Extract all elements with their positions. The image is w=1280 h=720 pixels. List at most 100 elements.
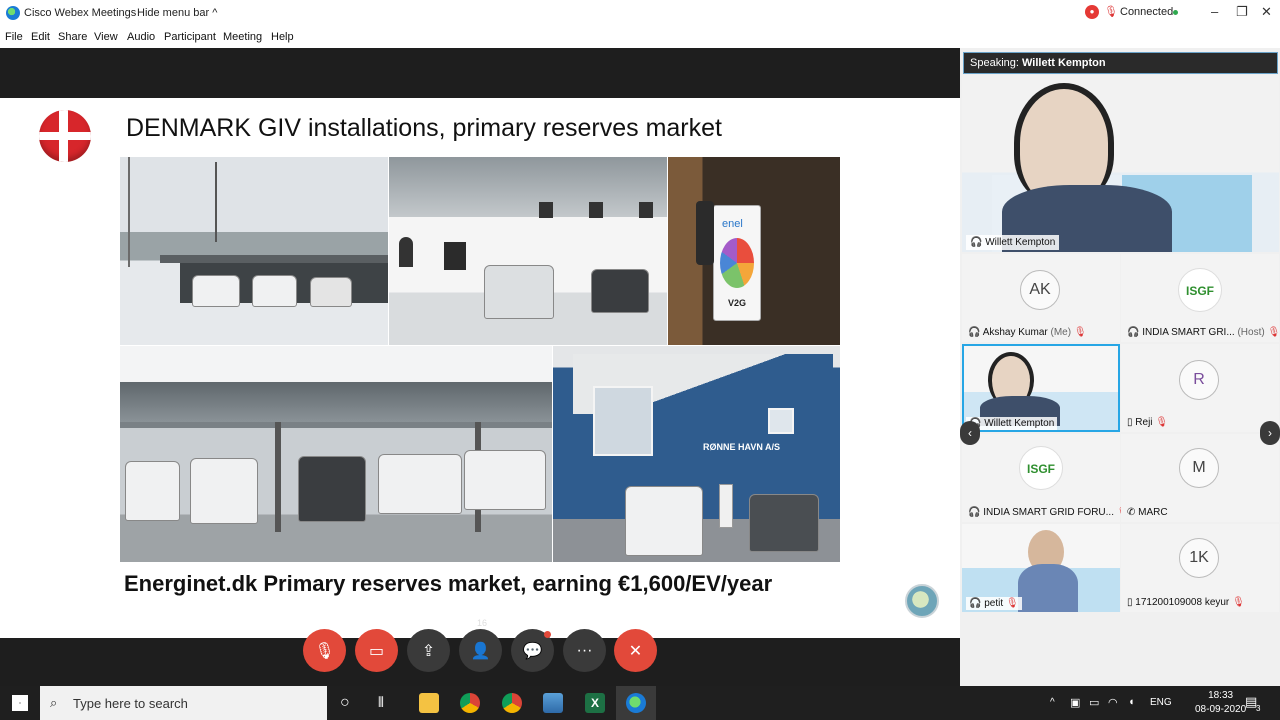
mic-muted-icon: 🎙 [1267,327,1280,338]
participant-name: petit [984,598,1004,609]
excel-icon[interactable]: X [585,693,605,713]
connected-dot-icon [1173,10,1178,15]
connection-status: Connected [1120,6,1174,18]
photo-white-house [389,157,667,345]
battery-icon[interactable]: ▭ [1089,696,1099,709]
phone-icon: ▯ [1127,597,1133,608]
menu-edit[interactable]: Edit [31,31,50,43]
participant-tile[interactable]: 🎧 petit 🎙 [962,524,1120,612]
chat-icon: 💬 [522,642,543,660]
mic-muted-icon: 🎙 [1005,598,1019,609]
participant-shoulders [1018,564,1078,612]
stop-video-button[interactable]: ▭ [355,629,398,672]
more-icon: ··· [576,641,593,659]
slide-caption: Energinet.dk Primary reserves market, ea… [124,571,773,596]
audio-icon: 🎧 [1127,327,1140,338]
participant-tile[interactable]: AK 🎧 Akshay Kumar (Me) 🎙 [962,254,1120,342]
mic-muted-icon: 🎙 [1232,597,1245,608]
mic-muted-icon[interactable]: 🎙 [1104,5,1118,18]
menu-file[interactable]: File [5,31,23,43]
share-button[interactable]: ⇪ [407,629,450,672]
participant-name: 171200109008 keyur [1135,597,1230,608]
more-options-button[interactable]: ··· [563,629,606,672]
chevron-left-icon: ‹ [968,426,972,440]
volume-icon[interactable]: ◖ [1128,696,1135,708]
charger-brand-text: enel [722,218,743,230]
phone-icon: ✆ [1127,507,1136,518]
phone-icon: ▯ [1127,417,1133,428]
isgf-logo-icon: ISGF [1019,446,1063,490]
recording-icon[interactable]: ● [1085,5,1099,19]
menu-meeting[interactable]: Meeting [223,31,262,43]
participant-name: Reji [1135,417,1153,428]
photos-icon[interactable] [543,693,563,713]
menu-participant[interactable]: Participant [164,31,216,43]
charger-logo-icon [720,238,754,288]
webex-logo-icon [6,6,20,20]
chat-notification-dot-icon [544,631,551,638]
active-speaker-banner: Speaking: Willett Kempton [963,52,1278,74]
participant-name: MARC [1138,507,1168,518]
app-title: Cisco Webex Meetings [24,7,137,19]
search-placeholder: Type here to search [73,696,188,711]
participant-tile[interactable]: M ✆ MARC [1121,434,1279,522]
leave-meeting-button[interactable]: ✕ [614,629,657,672]
share-icon: ⇪ [421,642,436,660]
video-off-icon: ▭ [368,642,385,660]
charger-label: V2G [728,298,747,308]
photo-ronne-havn-building: RØNNE HAVN A/S [553,346,840,562]
chevron-right-icon: › [1268,426,1272,440]
mic-muted-icon: 🎙 [1073,327,1087,338]
photo-van-carport [120,346,552,562]
file-explorer-icon[interactable] [419,693,439,713]
close-icon: ✕ [628,642,643,660]
participant-tile-active[interactable]: 🎧 Willett Kempton [962,344,1120,432]
task-view-icon[interactable]: ⫴ [378,694,384,711]
photo-carport-snow [120,157,388,345]
audio-icon: 🎧 [969,598,982,609]
audio-icon: 🎧 [970,237,983,248]
participants-button[interactable]: 👤 [459,629,502,672]
menu-help[interactable]: Help [271,31,294,43]
close-window-button[interactable]: ✕ [1261,4,1272,20]
minimize-button[interactable]: – [1211,4,1218,19]
taskbar-active-webex[interactable] [616,686,656,720]
chrome-icon[interactable] [460,693,480,713]
participant-count: 16 [477,618,488,628]
menu-audio[interactable]: Audio [127,31,155,43]
active-speaker-video[interactable]: 🎧 Willett Kempton [962,75,1279,252]
main-video-label: 🎧 Willett Kempton [966,235,1060,250]
next-page-button[interactable]: › [1260,421,1280,445]
menu-view[interactable]: View [94,31,118,43]
charging-cable [696,201,714,265]
mute-button[interactable]: 🎙 [303,629,346,672]
chevron-up-icon[interactable]: ^ [1050,697,1055,708]
audio-icon: 🎧 [968,507,981,518]
participant-name: INDIA SMART GRI... [1142,327,1235,338]
taskbar-search[interactable]: ⌕ Type here to search [40,686,327,720]
participant-name: Akshay Kumar [982,327,1048,338]
mic-muted-icon: 🎙 [1155,417,1169,428]
mic-off-icon: 🎙 [314,642,335,660]
participant-name: INDIA SMART GRID FORU... [983,507,1114,518]
isgf-logo-icon: ISGF [1178,268,1222,312]
wifi-icon[interactable]: ◠ [1108,696,1118,709]
menu-share[interactable]: Share [58,31,87,43]
windows-start-icon[interactable] [12,695,28,711]
tray-camera-icon[interactable]: ▣ [1070,696,1080,709]
hide-menu-bar-button[interactable]: Hide menu bar ^ [137,7,217,19]
restore-button[interactable]: ❐ [1236,4,1248,20]
participant-tile[interactable]: ISGF 🎧 INDIA SMART GRID FORU... 🎙 [962,434,1129,522]
taskbar-clock[interactable]: 18:33 08-09-2020 [1195,689,1246,717]
participant-name: Willett Kempton [984,418,1055,429]
participant-tile[interactable]: ISGF 🎧 INDIA SMART GRI... (Host) 🎙 [1121,254,1280,342]
language-indicator[interactable]: ENG [1150,697,1172,708]
chrome-profile-icon[interactable] [502,693,522,713]
previous-page-button[interactable]: ‹ [960,421,980,445]
participant-tile[interactable]: R ▯ Reji 🎙 [1121,344,1279,432]
participants-icon: 👤 [470,642,491,660]
cortana-icon[interactable]: ○ [340,694,350,712]
webex-taskbar-icon [626,693,646,713]
participant-tile[interactable]: 1K ▯ 171200109008 keyur 🎙 [1121,524,1279,612]
chevron-up-icon: ^ [212,7,218,19]
